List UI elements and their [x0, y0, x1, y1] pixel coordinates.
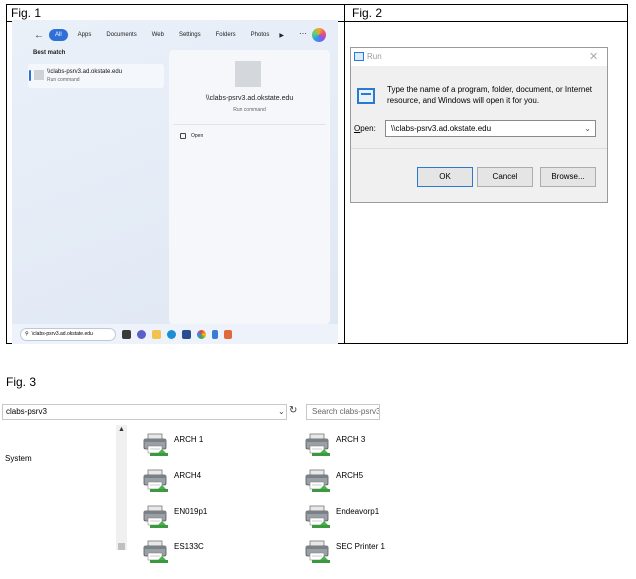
chevron-down-icon[interactable]: ⌄: [278, 405, 285, 419]
printer-label: ARCH 1: [174, 435, 204, 444]
open-label: Open:: [354, 124, 376, 133]
printer-label: ARCH 3: [336, 435, 366, 444]
tab-settings[interactable]: Settings: [174, 29, 206, 41]
address-bar[interactable]: clabs-psrv3 ⌄: [2, 404, 287, 420]
browse-button[interactable]: Browse...: [540, 167, 596, 187]
nav-item-system[interactable]: System: [5, 454, 32, 463]
play-more-icon[interactable]: ▶: [279, 32, 284, 39]
run-title-icon: [354, 52, 364, 61]
tab-web[interactable]: Web: [147, 29, 169, 41]
tab-photos[interactable]: Photos: [246, 29, 275, 41]
chat-icon[interactable]: [137, 329, 146, 339]
nav-scrollbar[interactable]: ▲: [116, 425, 127, 550]
fig2-label: Fig. 2: [352, 6, 383, 20]
scroll-up-icon[interactable]: ▲: [118, 426, 125, 433]
taskbar-search-value: \clabs-psrv3.ad.okstate.edu: [31, 330, 93, 337]
run-command-large-icon: [235, 61, 261, 87]
run-program-icon: [357, 88, 375, 104]
result-subtitle: Run command: [47, 77, 80, 83]
explorer-search-input[interactable]: Search clabs-psrv3: [306, 404, 380, 420]
file-explorer-icon[interactable]: [152, 329, 161, 339]
taskbar: ⚲ \clabs-psrv3.ad.okstate.edu: [12, 324, 338, 344]
windows-search-panel: ← All Apps Documents Web Settings Folder…: [12, 20, 338, 344]
printer-label: SEC Printer 1: [336, 542, 385, 551]
preview-divider: [173, 124, 326, 125]
run-title: Run: [367, 52, 382, 61]
address-value: clabs-psrv3: [6, 407, 47, 416]
tab-apps[interactable]: Apps: [73, 29, 97, 41]
phone-link-icon[interactable]: [212, 329, 218, 339]
back-arrow-icon[interactable]: ←: [34, 30, 44, 41]
run-dialog: Run ✕ Type the name of a program, folder…: [350, 47, 608, 203]
taskbar-icons: [122, 329, 232, 339]
cancel-button[interactable]: Cancel: [477, 167, 533, 187]
search-filter-bar: ← All Apps Documents Web Settings Folder…: [12, 20, 338, 50]
open-action[interactable]: Open: [191, 133, 203, 139]
tab-all[interactable]: All: [49, 29, 68, 41]
open-icon[interactable]: [180, 133, 186, 139]
copilot-icon[interactable]: [312, 28, 326, 42]
fig3-label: Fig. 3: [6, 375, 37, 389]
printer-label: ARCH5: [336, 471, 364, 480]
chrome-icon[interactable]: [197, 329, 206, 339]
results-list: Best match \\clabs-psrv3.ad.okstate.edu …: [28, 50, 168, 88]
run-description: Type the name of a program, folder, docu…: [387, 85, 593, 105]
tab-documents[interactable]: Documents: [101, 29, 141, 41]
best-match-heading: Best match: [33, 50, 66, 56]
fig1-label: Fig. 1: [11, 6, 42, 20]
store-icon[interactable]: [182, 329, 191, 339]
scroll-thumb[interactable]: [118, 543, 125, 550]
taskbar-search-box[interactable]: ⚲ \clabs-psrv3.ad.okstate.edu: [20, 327, 116, 341]
run-titlebar: Run ✕: [351, 48, 607, 66]
open-input[interactable]: \\clabs-psrv3.ad.okstate.edu ⌄: [385, 120, 596, 137]
search-icon: ⚲: [25, 330, 29, 337]
ok-button[interactable]: OK: [417, 167, 473, 187]
close-icon[interactable]: ✕: [589, 50, 598, 63]
selection-indicator: [29, 70, 31, 81]
refresh-icon[interactable]: ↻: [289, 405, 297, 416]
preview-subtitle: Run command: [233, 107, 266, 113]
more-options-icon[interactable]: ⋯: [299, 29, 307, 38]
preview-title: \\clabs-psrv3.ad.okstate.edu: [205, 95, 294, 102]
result-title: \\clabs-psrv3.ad.okstate.edu: [47, 69, 123, 75]
tab-folders[interactable]: Folders: [211, 29, 241, 41]
best-match-result[interactable]: \\clabs-psrv3.ad.okstate.edu Run command: [28, 64, 164, 88]
chevron-down-icon[interactable]: ⌄: [584, 121, 591, 136]
snipping-tool-icon[interactable]: [224, 329, 232, 339]
open-input-value: \\clabs-psrv3.ad.okstate.edu: [391, 124, 492, 133]
table-divider-vertical: [344, 5, 345, 343]
run-command-icon: [34, 70, 44, 80]
printer-label: EN019p1: [174, 507, 208, 516]
preview-pane: \\clabs-psrv3.ad.okstate.edu Run command…: [169, 50, 330, 324]
printer-label: ARCH4: [174, 471, 202, 480]
printer-label: Endeavorp1: [336, 507, 380, 516]
printer-label: ES133C: [174, 542, 204, 551]
task-view-icon[interactable]: [122, 329, 131, 339]
edge-icon[interactable]: [167, 329, 176, 339]
